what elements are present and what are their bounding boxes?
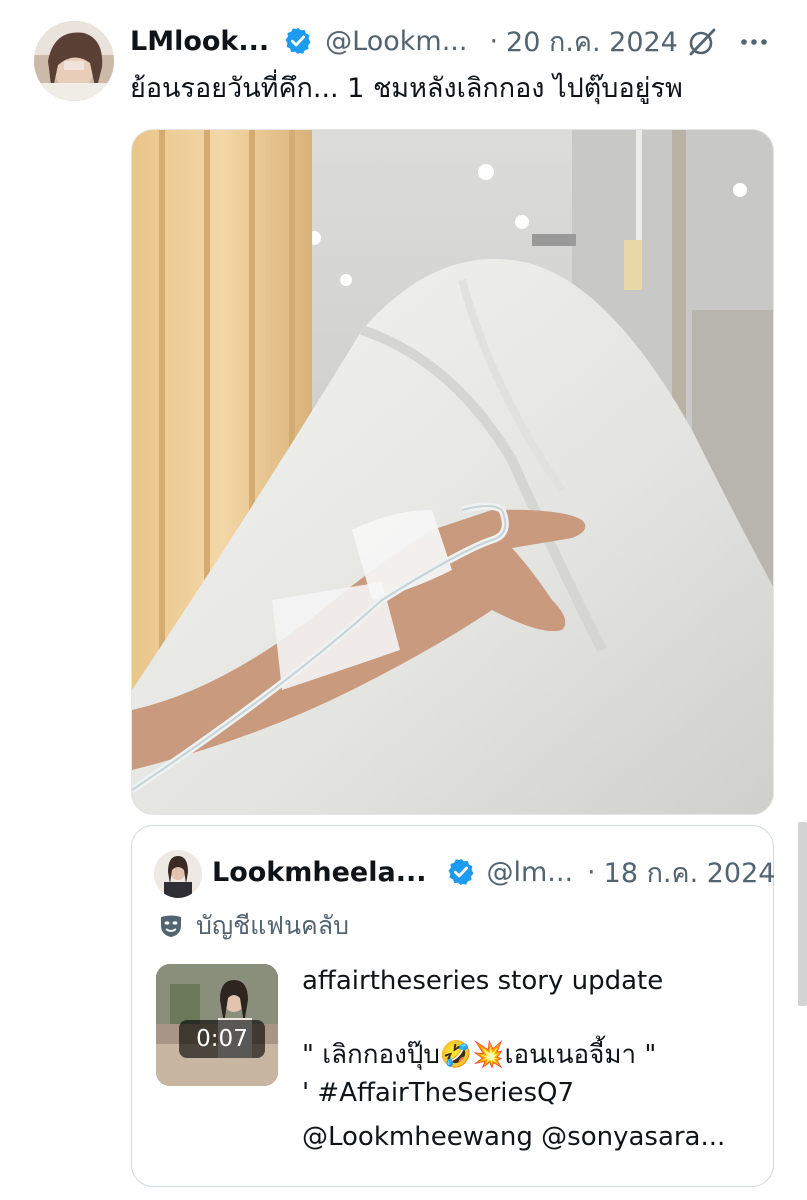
separator-dot: · bbox=[489, 25, 499, 57]
tweet-photo[interactable] bbox=[131, 129, 774, 815]
verified-badge-icon[interactable] bbox=[446, 857, 476, 887]
tweet-text: ย้อนรอยวันที่คึก... 1 ชมหลังเลิกกอง ไปตุ… bbox=[130, 73, 683, 104]
author-avatar[interactable] bbox=[34, 21, 114, 101]
tweet-header: LMlook... @Lookm... · 20 ก.ค. 2024 ย้อนร… bbox=[0, 0, 807, 120]
video-thumbnail[interactable]: 0:07 bbox=[156, 964, 278, 1086]
fan-account-label: บัญชีแฟนคลับ bbox=[158, 910, 349, 942]
quoted-display-name[interactable]: Lookmheela... bbox=[212, 857, 426, 888]
author-display-name[interactable]: LMlook... bbox=[130, 26, 269, 57]
quoted-author-avatar[interactable] bbox=[154, 850, 202, 898]
tweet-date[interactable]: 20 ก.ค. 2024 bbox=[506, 20, 678, 63]
author-handle[interactable]: @Lookm... bbox=[325, 26, 467, 57]
theater-mask-icon bbox=[158, 913, 184, 939]
quoted-tweet[interactable]: Lookmheela... @lm... · 18 ก.ค. 2024 บัญช… bbox=[131, 825, 775, 1187]
quoted-text-line-2: " เลิกกองปุ๊บ🤣💥เอนเนอจี้มา " bbox=[302, 1040, 657, 1070]
more-options-icon[interactable] bbox=[738, 26, 770, 58]
quoted-text-line-4[interactable]: @Lookmheewang @sonyasara... bbox=[302, 1122, 725, 1152]
quoted-author-info: Lookmheela... @lm... · 18 ก.ค. 2024 bbox=[212, 854, 775, 890]
scrollbar[interactable] bbox=[798, 822, 807, 1006]
video-duration: 0:07 bbox=[179, 1020, 265, 1058]
grok-icon[interactable] bbox=[686, 26, 718, 58]
verified-badge-icon[interactable] bbox=[283, 26, 313, 56]
fan-account-text: บัญชีแฟนคลับ bbox=[196, 911, 349, 940]
separator-dot: · bbox=[587, 856, 596, 888]
quoted-date[interactable]: 18 ก.ค. 2024 bbox=[604, 851, 776, 894]
quoted-handle[interactable]: @lm... bbox=[486, 857, 573, 888]
quoted-text-line-1: affairtheseries story update bbox=[302, 966, 664, 996]
quoted-text-line-3[interactable]: ' #AffairTheSeriesQ7 bbox=[302, 1078, 574, 1108]
